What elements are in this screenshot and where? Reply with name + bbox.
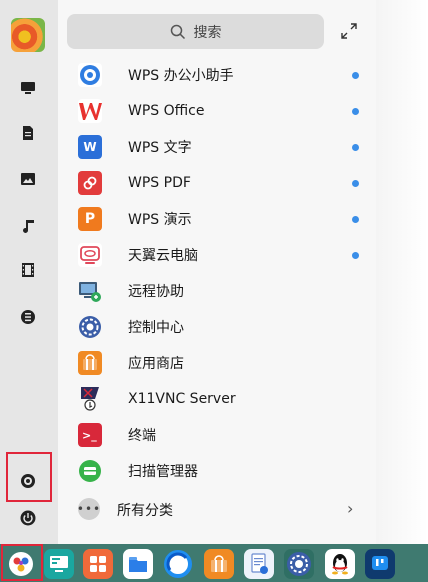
new-indicator — [352, 215, 359, 223]
app-item[interactable]: >_ 终端 — [58, 417, 376, 453]
scanner-icon — [78, 459, 102, 483]
tianyi-cloud-pc-icon — [78, 243, 102, 267]
remote-assist-icon — [78, 279, 102, 303]
start-menu-sidebar — [0, 0, 58, 544]
search-icon — [170, 24, 185, 39]
wps-writer-icon: W — [78, 135, 102, 159]
document-viewer-icon[interactable] — [244, 549, 274, 579]
avatar[interactable] — [11, 18, 45, 52]
app-label: 应用商店 — [128, 356, 184, 372]
terminal-icon: >_ — [78, 423, 102, 447]
app-item[interactable]: WPS Office — [58, 93, 376, 129]
new-indicator — [352, 71, 359, 79]
app-item[interactable]: 扫描管理器 — [58, 453, 376, 489]
desktop-background — [376, 0, 428, 544]
more-icon: ••• — [77, 498, 100, 520]
start-menu-highlight — [1, 544, 43, 581]
picture-icon[interactable] — [17, 168, 39, 190]
desktop-icon[interactable] — [44, 549, 74, 579]
qq-icon[interactable] — [325, 549, 355, 579]
new-indicator — [352, 251, 359, 259]
all-categories-label: 所有分类 — [117, 503, 173, 519]
app-label: WPS PDF — [128, 175, 191, 191]
multitask-icon[interactable] — [83, 549, 113, 579]
app-label: WPS 办公小助手 — [128, 68, 234, 84]
wps-pdf-icon — [78, 171, 102, 195]
start-menu-panel: 搜索 WPS 办公小助手 WPS Office W WPS 文字 WPS PDF… — [58, 0, 376, 544]
app-label: 终端 — [128, 428, 156, 444]
app-label: WPS Office — [128, 103, 205, 119]
download-icon[interactable] — [17, 306, 39, 328]
app-item[interactable]: W WPS 文字 — [58, 129, 376, 165]
app-item[interactable]: P WPS 演示 — [58, 201, 376, 237]
search-placeholder: 搜索 — [193, 24, 222, 41]
video-icon[interactable] — [17, 259, 39, 281]
control-center-icon[interactable] — [284, 549, 314, 579]
app-label: WPS 文字 — [128, 140, 192, 156]
app-label: 控制中心 — [128, 320, 184, 336]
app-label: X11VNC Server — [128, 391, 236, 407]
fullscreen-icon[interactable] — [340, 22, 358, 40]
app-store-icon[interactable] — [204, 549, 234, 579]
app-item[interactable]: WPS 办公小助手 — [58, 57, 376, 93]
app-item[interactable]: 天翼云电脑 — [58, 237, 376, 273]
file-manager-icon[interactable] — [123, 549, 153, 579]
power-icon[interactable] — [17, 507, 39, 529]
new-indicator — [352, 107, 359, 115]
app-label: 扫描管理器 — [128, 464, 198, 480]
settings-icon[interactable] — [17, 470, 39, 492]
app-label: 天翼云电脑 — [128, 248, 198, 264]
wps-presentation-icon: P — [78, 207, 102, 231]
music-icon[interactable] — [17, 215, 39, 237]
app-item[interactable]: X11VNC Server — [58, 381, 376, 417]
app-item[interactable]: WPS PDF — [58, 165, 376, 201]
browser-icon[interactable] — [163, 549, 193, 579]
computer-icon[interactable] — [17, 77, 39, 99]
chevron-right-icon: › — [347, 499, 354, 518]
messaging-icon[interactable] — [365, 549, 395, 579]
wps-office-icon — [78, 99, 102, 123]
x11vnc-icon — [78, 387, 102, 411]
app-item[interactable]: 应用商店 — [58, 345, 376, 381]
app-store-icon — [78, 351, 102, 375]
new-indicator — [352, 143, 359, 151]
app-item[interactable]: 控制中心 — [58, 309, 376, 345]
app-label: WPS 演示 — [128, 212, 192, 228]
wps-assistant-icon — [78, 63, 102, 87]
search-input[interactable]: 搜索 — [67, 14, 324, 49]
app-label: 远程协助 — [128, 284, 184, 300]
all-categories-button[interactable]: ••• 所有分类 › — [58, 492, 376, 526]
document-icon[interactable] — [17, 122, 39, 144]
new-indicator — [352, 179, 359, 187]
app-item[interactable]: 远程协助 — [58, 273, 376, 309]
control-center-icon — [78, 315, 102, 339]
